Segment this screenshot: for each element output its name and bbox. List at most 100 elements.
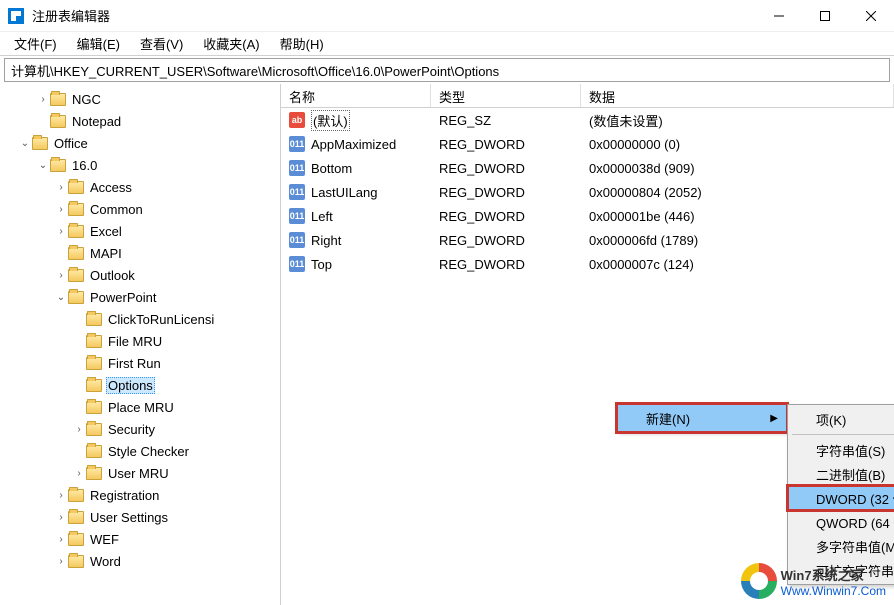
tree-expander-icon[interactable]: ⌄ bbox=[18, 138, 32, 149]
address-bar[interactable]: 计算机\HKEY_CURRENT_USER\Software\Microsoft… bbox=[4, 58, 890, 82]
reg-binary-icon: 011 bbox=[289, 256, 305, 272]
tree-item-label: ClickToRunLicensi bbox=[106, 312, 216, 327]
value-name: Left bbox=[311, 209, 333, 224]
folder-icon bbox=[86, 467, 102, 480]
reg-binary-icon: 011 bbox=[289, 232, 305, 248]
context-item-string[interactable]: 字符串值(S) bbox=[788, 438, 894, 462]
menu-file[interactable]: 文件(F) bbox=[4, 32, 67, 55]
tree-expander-icon[interactable]: › bbox=[72, 424, 86, 435]
tree-item[interactable]: › Excel bbox=[0, 220, 280, 242]
menu-edit[interactable]: 编辑(E) bbox=[67, 32, 130, 55]
context-item-qword[interactable]: QWORD (64 位)值(Q) bbox=[788, 510, 894, 534]
tree-item-label: Style Checker bbox=[106, 444, 191, 459]
value-data: 0x0000007c (124) bbox=[581, 257, 894, 272]
list-row[interactable]: ab(默认)REG_SZ(数值未设置) bbox=[281, 108, 894, 132]
tree-item[interactable]: ›WEF bbox=[0, 528, 280, 550]
tree-expander-icon[interactable]: › bbox=[54, 204, 68, 215]
tree-expander-icon[interactable]: ⌄ bbox=[36, 160, 50, 171]
watermark-name: Win7系统之家 bbox=[781, 568, 864, 583]
reg-binary-icon: 011 bbox=[289, 136, 305, 152]
tree-item[interactable]: › Outlook bbox=[0, 264, 280, 286]
tree-item[interactable]: ›Security bbox=[0, 418, 280, 440]
tree-item[interactable]: ClickToRunLicensi bbox=[0, 308, 280, 330]
tree-expander-icon[interactable]: › bbox=[54, 226, 68, 237]
list-row[interactable]: 011RightREG_DWORD0x000006fd (1789) bbox=[281, 228, 894, 252]
tree-item[interactable]: ›Common bbox=[0, 198, 280, 220]
tree-expander-icon[interactable]: › bbox=[54, 490, 68, 501]
value-data: 0x00000000 (0) bbox=[581, 137, 894, 152]
tree-expander-icon[interactable]: › bbox=[54, 182, 68, 193]
tree-item[interactable]: › User Settings bbox=[0, 506, 280, 528]
list-row[interactable]: 011AppMaximizedREG_DWORD0x00000000 (0) bbox=[281, 132, 894, 156]
list-body[interactable]: ab(默认)REG_SZ(数值未设置) 011 AppMaximized REG_DW… bbox=[281, 108, 894, 276]
value-name: AppMaximized bbox=[311, 137, 396, 152]
tree-item[interactable]: ›Registration bbox=[0, 484, 280, 506]
tree-item-label: User Settings bbox=[88, 510, 170, 525]
tree-item-label: 16.0 bbox=[70, 158, 99, 173]
tree-item-label: First Run bbox=[106, 356, 163, 371]
context-item-dword[interactable]: DWORD (32 位)值(D) bbox=[788, 486, 894, 510]
tree-expander-icon[interactable]: › bbox=[54, 556, 68, 567]
tree-item-label: Word bbox=[88, 554, 123, 569]
column-type[interactable]: 类型 bbox=[431, 84, 581, 107]
menu-help[interactable]: 帮助(H) bbox=[270, 32, 334, 55]
tree-item[interactable]: File MRU bbox=[0, 330, 280, 352]
value-type: REG_DWORD bbox=[431, 161, 581, 176]
tree-item-label: PowerPoint bbox=[88, 290, 158, 305]
tree-expander-icon[interactable]: ⌄ bbox=[54, 292, 68, 303]
tree-item-label: Excel bbox=[88, 224, 124, 239]
tree-expander-icon[interactable]: › bbox=[54, 270, 68, 281]
list-row[interactable]: 011TopREG_DWORD0x0000007c (124) bbox=[281, 252, 894, 276]
tree-item-label: Access bbox=[88, 180, 134, 195]
tree-item[interactable]: Options bbox=[0, 374, 280, 396]
list-row[interactable]: 011LeftREG_DWORD0x000001be (446) bbox=[281, 204, 894, 228]
tree-item[interactable]: ›User MRU bbox=[0, 462, 280, 484]
value-data: 0x000001be (446) bbox=[581, 209, 894, 224]
menu-favorites[interactable]: 收藏夹(A) bbox=[193, 32, 269, 55]
tree-expander-icon[interactable]: › bbox=[36, 94, 50, 105]
tree-item[interactable]: › NGC bbox=[0, 88, 280, 110]
tree-item-label: Place MRU bbox=[106, 400, 176, 415]
maximize-button[interactable] bbox=[802, 0, 848, 32]
minimize-button[interactable] bbox=[756, 0, 802, 32]
folder-icon bbox=[50, 93, 66, 106]
folder-icon bbox=[86, 313, 102, 326]
tree-item[interactable]: › Word bbox=[0, 550, 280, 572]
context-item-new[interactable]: 新建(N) ▶ bbox=[618, 405, 786, 431]
submenu-arrow-icon: ▶ bbox=[770, 413, 778, 424]
tree-item-label: Options bbox=[106, 377, 155, 394]
tree-item[interactable]: Place MRU bbox=[0, 396, 280, 418]
list-row[interactable]: 011BottomREG_DWORD0x0000038d (909) bbox=[281, 156, 894, 180]
tree-item-label: NGC bbox=[70, 92, 103, 107]
close-button[interactable] bbox=[848, 0, 894, 32]
context-item-binary[interactable]: 二进制值(B) bbox=[788, 462, 894, 486]
column-data[interactable]: 数据 bbox=[581, 84, 894, 107]
folder-icon bbox=[68, 533, 84, 546]
folder-icon bbox=[68, 247, 84, 260]
context-item-key[interactable]: 项(K) bbox=[788, 407, 894, 431]
tree-item[interactable]: ⌄ Office bbox=[0, 132, 280, 154]
folder-icon bbox=[68, 269, 84, 282]
menu-view[interactable]: 查看(V) bbox=[130, 32, 193, 55]
tree-item[interactable]: Style Checker bbox=[0, 440, 280, 462]
folder-icon bbox=[68, 291, 84, 304]
context-item-multistring[interactable]: 多字符串值(M) bbox=[788, 534, 894, 558]
tree-item[interactable]: Notepad bbox=[0, 110, 280, 132]
tree-expander-icon[interactable]: › bbox=[54, 534, 68, 545]
tree-expander-icon[interactable]: › bbox=[54, 512, 68, 523]
folder-icon bbox=[86, 423, 102, 436]
tree-item-label: Office bbox=[52, 136, 90, 151]
tree-item[interactable]: ⌄ 16.0 bbox=[0, 154, 280, 176]
list-row[interactable]: 011LastUILangREG_DWORD0x00000804 (2052) bbox=[281, 180, 894, 204]
tree-panel[interactable]: ›NGCNotepad⌄Office⌄16.0›Access›Common›Ex… bbox=[0, 84, 281, 605]
address-text: 计算机\HKEY_CURRENT_USER\Software\Microsoft… bbox=[11, 61, 499, 80]
column-name[interactable]: 名称 bbox=[281, 84, 431, 107]
tree-item[interactable]: › Access bbox=[0, 176, 280, 198]
folder-icon bbox=[86, 357, 102, 370]
tree-expander-icon[interactable]: › bbox=[72, 468, 86, 479]
tree-item[interactable]: MAPI bbox=[0, 242, 280, 264]
tree-item-label: Outlook bbox=[88, 268, 137, 283]
tree-item[interactable]: ⌄ PowerPoint bbox=[0, 286, 280, 308]
tree-item[interactable]: First Run bbox=[0, 352, 280, 374]
titlebar: 注册表编辑器 bbox=[0, 0, 894, 32]
